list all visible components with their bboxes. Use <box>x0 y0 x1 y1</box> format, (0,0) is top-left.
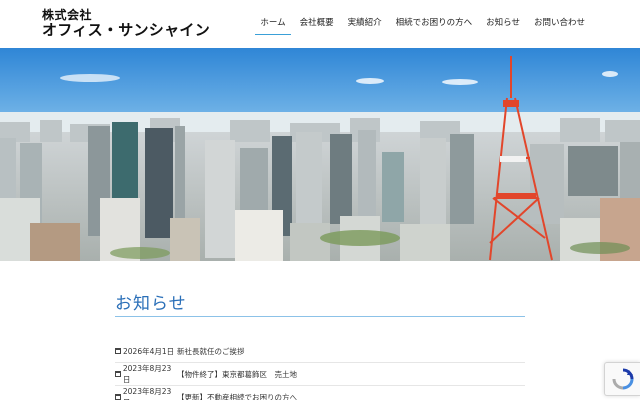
news-date: 2023年8月23日 <box>115 386 177 400</box>
news-date: 2023年8月23日 <box>115 363 177 385</box>
calendar-icon <box>115 348 121 354</box>
news-item[interactable]: 2023年8月23日 【更新】不動産相続でお困りの方へ <box>115 386 525 400</box>
news-item[interactable]: 2026年4月1日 新社長就任のご挨拶 <box>115 340 525 363</box>
site-header: 株式会社 オフィス・サンシャイン ホーム 会社概要 実績紹介 相続でお困りの方へ… <box>0 0 640 48</box>
calendar-icon <box>115 394 121 400</box>
news-link[interactable]: 【物件終了】東京都葛飾区 売土地 <box>177 369 297 380</box>
recaptcha-icon <box>612 368 633 390</box>
nav-item-inheritance[interactable]: 相続でお困りの方へ <box>389 17 480 37</box>
news-list: 2026年4月1日 新社長就任のご挨拶 2023年8月23日 【物件終了】東京都… <box>115 340 525 400</box>
nav-item-news[interactable]: お知らせ <box>479 17 527 37</box>
calendar-icon <box>115 371 121 377</box>
logo-line-2: オフィス・サンシャイン <box>42 21 211 39</box>
recaptcha-badge[interactable] <box>604 362 640 396</box>
nav-item-company[interactable]: 会社概要 <box>293 17 341 37</box>
site-logo[interactable]: 株式会社 オフィス・サンシャイン <box>42 9 210 38</box>
news-section: お知らせ <box>115 289 525 317</box>
tokyo-skyline-illustration <box>0 48 640 261</box>
news-item[interactable]: 2023年8月23日 【物件終了】東京都葛飾区 売土地 <box>115 363 525 386</box>
nav-item-works[interactable]: 実績紹介 <box>341 17 389 37</box>
news-title: お知らせ <box>115 294 187 314</box>
news-date: 2026年4月1日 <box>115 346 177 357</box>
logo-line-1: 株式会社 <box>42 8 93 22</box>
nav-item-home[interactable]: ホーム <box>253 17 292 37</box>
news-link[interactable]: 【更新】不動産相続でお困りの方へ <box>177 392 297 400</box>
news-divider <box>115 316 525 317</box>
news-link[interactable]: 新社長就任のご挨拶 <box>177 346 245 357</box>
hero-image <box>0 48 640 261</box>
main-nav: ホーム 会社概要 実績紹介 相続でお困りの方へ お知らせ お問い合わせ <box>253 17 592 37</box>
nav-item-contact[interactable]: お問い合わせ <box>527 17 592 37</box>
